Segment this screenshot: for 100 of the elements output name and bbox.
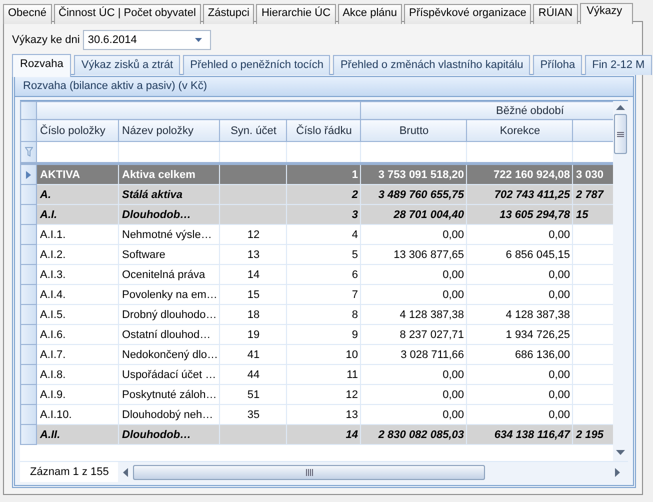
record-counter: Záznam 1 z 155 [29,465,110,480]
row-indicator[interactable] [20,204,36,224]
table-cell: 2 195 [572,424,613,444]
table-cell: 4 128 387,38 [466,304,572,324]
tab[interactable]: Výkazy [580,3,634,24]
table-cell: 13 306 877,65 [360,244,466,264]
table-cell: 12 [220,224,286,244]
table-cell: 51 [220,384,286,404]
date-dropdown[interactable]: 30.6.2014 [82,30,211,50]
table-cell: 8 [286,304,360,324]
table-cell: 1 934 726,25 [466,324,572,344]
scroll-down-icon[interactable] [616,450,625,455]
table-cell: A.I.7. [36,344,118,364]
table-cell: 0,00 [466,384,572,404]
table-cell: Povolenky na em… [118,284,220,304]
table-cell: A.I.4. [36,284,118,304]
table-cell: 4 [286,224,360,244]
tab[interactable]: Přehled o změnách vlastního kapitálu [333,55,530,75]
table-cell: 0,00 [466,284,572,304]
table-cell: 3 [286,204,360,224]
tab[interactable]: Příloha [533,55,582,75]
table-cell: 10 [286,344,360,364]
panel-title: Rozvaha (bilance aktiv a pasiv) (v Kč) [15,77,633,97]
tab[interactable]: Akce plánu [338,4,402,24]
table-cell: A.I.6. [36,324,118,344]
tab[interactable]: Přehled o peněžních tocích [183,55,330,75]
tab[interactable]: Fin 2-12 M [585,55,652,75]
table-cell: 2 830 082 085,03 [360,424,466,444]
table-cell: 12 [286,384,360,404]
table-cell: 686 136,00 [466,344,572,364]
table-cell: 2 [286,184,360,204]
column-header[interactable]: Brutto [360,120,466,142]
horizontal-scrollbar[interactable] [118,462,628,482]
table-cell: 3 028 711,66 [360,344,466,364]
table-cell: 15 [572,204,613,224]
table-cell: A.II. [36,424,118,444]
tab[interactable]: Obecné [3,4,52,24]
table-cell: 13 605 294,78 [466,204,572,224]
scroll-thumb[interactable] [133,464,485,480]
row-indicator[interactable] [20,364,36,384]
table-cell: 18 [220,304,286,324]
tab[interactable]: Rozvaha [12,54,72,77]
scroll-thumb[interactable] [614,114,627,154]
table-cell: A.I.9. [36,384,118,404]
scroll-left-icon[interactable] [123,468,128,476]
table-cell [220,204,286,224]
row-indicator[interactable] [20,224,36,244]
column-header[interactable]: Číslo řádku [286,120,360,142]
table-cell: 14 [220,264,286,284]
table-cell: 0,00 [360,384,466,404]
table-cell: 19 [220,324,286,344]
table-cell: A.I.8. [36,364,118,384]
vertical-scrollbar[interactable] [613,101,628,461]
row-indicator[interactable] [20,164,36,184]
row-indicator[interactable] [20,324,36,344]
tab[interactable]: Hierarchie ÚC [256,4,336,24]
row-indicator[interactable] [20,244,36,264]
table-cell: Software [118,244,220,264]
table-cell: 11 [286,364,360,384]
caret-icon [194,38,202,42]
table-cell: Nehmotné výsle… [118,224,220,244]
tab[interactable]: Činnost ÚC | Počet obyvatel [54,4,201,24]
column-header[interactable]: Korekce [466,120,572,142]
table-cell: Ostatní dlouhod… [118,324,220,344]
column-header[interactable]: Číslo položky [36,120,118,142]
tab[interactable]: Zástupci [202,4,254,24]
scroll-right-icon[interactable] [615,468,620,476]
row-indicator[interactable] [20,404,36,424]
table-cell: 3 489 760 655,75 [360,184,466,204]
row-indicator[interactable] [20,384,36,404]
table-cell: Nedokončený dlo… [118,344,220,364]
row-indicator[interactable] [20,424,36,444]
table-cell: 15 [220,284,286,304]
column-group-header: Běžné období [496,104,564,116]
table-cell: Dlouhodob… [118,204,220,224]
column-header[interactable]: Syn. účet [220,120,286,142]
header-cell [20,102,36,120]
current-row-icon [26,170,31,179]
table-cell: A.I.1. [36,224,118,244]
table-cell: 44 [220,364,286,384]
scroll-up-icon[interactable] [616,105,625,110]
row-indicator[interactable] [20,284,36,304]
table-cell: Drobný dlouhodo… [118,304,220,324]
tab[interactable]: Výkaz zisků a ztrát [74,55,180,75]
filter-icon[interactable] [24,147,32,158]
table-cell: 6 856 045,15 [466,244,572,264]
table-cell: 0,00 [466,224,572,244]
row-indicator[interactable] [20,184,36,204]
table-cell: 702 743 411,25 [466,184,572,204]
column-header[interactable]: Název položky [118,120,220,142]
table-cell: 7 [286,284,360,304]
row-indicator[interactable] [20,344,36,364]
tab[interactable]: Příspěvkové organizace [404,4,532,24]
table-cell: 4 128 387,38 [360,304,466,324]
table-cell: Dlouhodob… [118,424,220,444]
table-cell: 722 160 924,08 [466,164,572,184]
tab[interactable]: RÚIAN [533,4,578,24]
row-indicator[interactable] [20,304,36,324]
row-indicator[interactable] [20,264,36,284]
table-cell: Aktiva celkem [118,164,220,184]
